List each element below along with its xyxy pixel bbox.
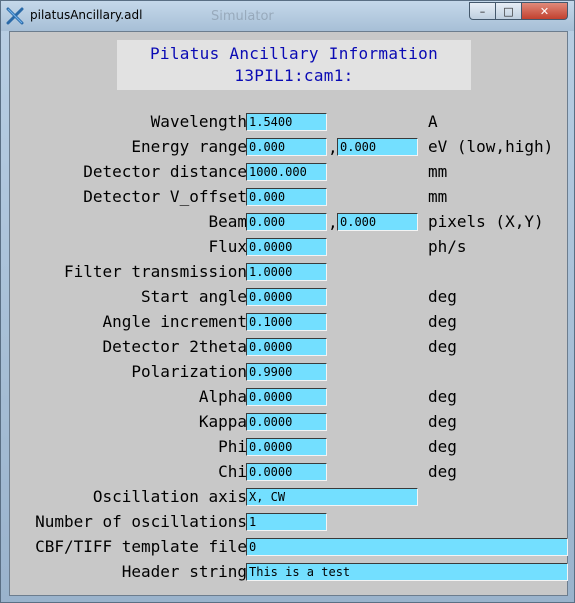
close-icon: ✕ <box>539 4 550 18</box>
polarization-input[interactable]: 0.9900 <box>246 363 327 381</box>
maximize-icon: □ <box>503 4 514 18</box>
parameter-row: Number of oscillations 1 <box>10 512 569 532</box>
parameter-row: Polarization 0.9900 <box>10 362 569 382</box>
energy-range-input-2[interactable]: 0.000 <box>337 138 418 156</box>
detector-v-offset-input[interactable]: 0.000 <box>246 188 327 206</box>
header-box: Pilatus Ancillary Information 13PIL1:cam… <box>117 40 471 90</box>
parameter-row: Beam 0.000, 0.000 pixels (X,Y) <box>10 212 569 232</box>
energy-range-unit: eV (low,high) <box>428 137 554 156</box>
detector-distance-input[interactable]: 1000.000 <box>246 163 327 181</box>
parameter-row: Flux 0.0000 ph/s <box>10 237 569 257</box>
detector-2theta-label: Detector 2theta <box>102 337 248 356</box>
kappa-label: Kappa <box>198 412 247 431</box>
minimize-button[interactable]: – <box>469 2 496 20</box>
parameter-row: Header string This is a test <box>10 562 569 582</box>
alpha-input[interactable]: 0.0000 <box>246 388 327 406</box>
phi-unit: deg <box>428 437 457 456</box>
parameter-row: Wavelength 1.5400 A <box>10 112 569 132</box>
oscillation-axis-label: Oscillation axis <box>92 487 247 506</box>
beam-input-2[interactable]: 0.000 <box>337 213 418 231</box>
display-panel: Pilatus Ancillary Information 13PIL1:cam… <box>9 31 568 596</box>
chi-label: Chi <box>218 462 247 481</box>
header-string-label: Header string <box>121 562 247 581</box>
chi-input[interactable]: 0.0000 <box>246 463 327 481</box>
medm-x-icon <box>6 7 24 25</box>
start-angle-label: Start angle <box>141 287 247 306</box>
wavelength-input[interactable]: 1.5400 <box>246 113 327 131</box>
wavelength-unit: A <box>428 112 438 131</box>
parameter-row: Filter transmission 1.0000 <box>10 262 569 282</box>
parameter-row: Phi 0.0000 deg <box>10 437 569 457</box>
alpha-label: Alpha <box>198 387 247 406</box>
title-bar[interactable]: pilatusAncillary.adl Simulator – □ ✕ <box>1 1 574 31</box>
number-of-oscillations-label: Number of oscillations <box>35 512 247 531</box>
angle-increment-unit: deg <box>428 312 457 331</box>
beam-input[interactable]: 0.000 <box>246 213 327 231</box>
app-window: pilatusAncillary.adl Simulator – □ ✕ Pil… <box>0 0 575 603</box>
beam-label: Beam <box>208 212 247 231</box>
detector-2theta-unit: deg <box>428 337 457 356</box>
kappa-unit: deg <box>428 412 457 431</box>
phi-input[interactable]: 0.0000 <box>246 438 327 456</box>
page-title: Pilatus Ancillary Information <box>149 44 439 63</box>
number-of-oscillations-input[interactable]: 1 <box>246 513 327 531</box>
flux-label: Flux <box>208 237 247 256</box>
flux-input[interactable]: 0.0000 <box>246 238 327 256</box>
maximize-button[interactable]: □ <box>496 2 522 20</box>
parameter-row: Chi 0.0000 deg <box>10 462 569 482</box>
start-angle-unit: deg <box>428 287 457 306</box>
alpha-unit: deg <box>428 387 457 406</box>
parameter-row: Alpha 0.0000 deg <box>10 387 569 407</box>
start-angle-input[interactable]: 0.0000 <box>246 288 327 306</box>
energy-range-input[interactable]: 0.000 <box>246 138 327 156</box>
kappa-input[interactable]: 0.0000 <box>246 413 327 431</box>
filter-transmission-input[interactable]: 1.0000 <box>246 263 327 281</box>
minimize-icon: – <box>479 4 486 18</box>
phi-label: Phi <box>218 437 247 456</box>
parameter-row: Detector V_offset 0.000 mm <box>10 187 569 207</box>
detector-distance-unit: mm <box>428 162 448 181</box>
parameter-row: Start angle 0.0000 deg <box>10 287 569 307</box>
window-title: pilatusAncillary.adl <box>30 8 143 22</box>
energy-range-label: Energy range <box>131 137 247 156</box>
angle-increment-input[interactable]: 0.1000 <box>246 313 327 331</box>
parameter-row: Oscillation axis X, CW <box>10 487 569 507</box>
parameter-row: Detector distance 1000.000 mm <box>10 162 569 182</box>
filter-transmission-label: Filter transmission <box>63 262 247 281</box>
parameter-row: Energy range 0.000, 0.000 eV (low,high) <box>10 137 569 157</box>
parameter-row: CBF/TIFF template file 0 <box>10 537 569 557</box>
detector-2theta-input[interactable]: 0.0000 <box>246 338 327 356</box>
header-string-input[interactable]: This is a test <box>246 563 568 581</box>
pv-prefix: 13PIL1:cam1: <box>234 66 354 85</box>
oscillation-axis-input[interactable]: X, CW <box>246 488 418 506</box>
parameter-row: Detector 2theta 0.0000 deg <box>10 337 569 357</box>
detector-v-offset-label: Detector V_offset <box>83 187 247 206</box>
detector-v-offset-unit: mm <box>428 187 448 206</box>
close-button[interactable]: ✕ <box>522 2 568 20</box>
background-window-hint: Simulator <box>211 9 274 24</box>
cbf-tiff-template-file-label: CBF/TIFF template file <box>35 537 247 556</box>
wavelength-label: Wavelength <box>150 112 247 131</box>
detector-distance-label: Detector distance <box>83 162 247 181</box>
chi-unit: deg <box>428 462 457 481</box>
polarization-label: Polarization <box>131 362 247 381</box>
parameter-row: Angle increment 0.1000 deg <box>10 312 569 332</box>
window-controls: – □ ✕ <box>469 2 568 21</box>
cbf-tiff-template-file-input[interactable]: 0 <box>246 538 568 556</box>
beam-unit: pixels (X,Y) <box>428 212 544 231</box>
angle-increment-label: Angle increment <box>102 312 248 331</box>
parameter-row: Kappa 0.0000 deg <box>10 412 569 432</box>
flux-unit: ph/s <box>428 237 467 256</box>
